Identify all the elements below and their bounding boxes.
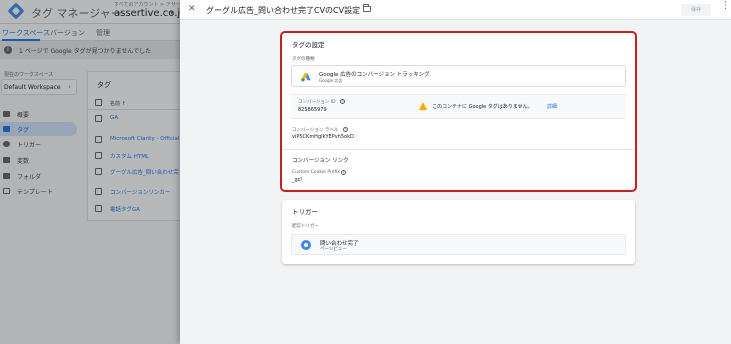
tag-type-name: Google 広告のコンバージョン トラッキング: [319, 72, 430, 78]
panel-header: ✕ グーグル広告_問い合わせ完了CVのCV設定 保存 ⋮: [180, 0, 731, 20]
triggering-card[interactable]: トリガー 配信トリガー 問い合わせ完了 ページビュー: [282, 200, 635, 264]
warning-icon: [419, 102, 427, 110]
help-icon[interactable]: ?: [340, 99, 345, 104]
folder-icon[interactable]: [363, 4, 371, 12]
save-button[interactable]: 保存: [681, 4, 711, 16]
learn-more-link[interactable]: 詳細: [547, 103, 557, 110]
conversion-id-value[interactable]: 825865979: [298, 107, 327, 113]
tag-config-title: タグの設定: [292, 41, 325, 49]
conversion-linker-title: コンバージョン リンク: [292, 158, 349, 164]
tag-type-label: タグの種類: [292, 57, 315, 62]
tag-name-title[interactable]: グーグル広告_問い合わせ完了CVのCV設定: [206, 5, 360, 16]
help-icon[interactable]: ?: [343, 127, 348, 132]
conversion-id-label: コンバージョン ID: [298, 100, 336, 105]
cookie-prefix-label: Custom Cookie Prefix: [292, 170, 341, 175]
conversion-label-value[interactable]: viP5CKmHgIkYEPvh5okD: [292, 134, 354, 140]
tag-type-subtitle: Google 広告: [319, 78, 343, 83]
tag-configuration-card[interactable]: タグの設定 タグの種類 Google 広告のコンバージョン トラッキング Goo…: [280, 31, 637, 192]
section-divider: [282, 149, 635, 150]
cookie-prefix-value[interactable]: _gcl: [292, 177, 302, 183]
pageview-trigger-icon: [301, 240, 311, 250]
firing-triggers-label: 配信トリガー: [292, 224, 319, 229]
help-icon[interactable]: ?: [341, 170, 346, 175]
conversion-id-section: コンバージョン ID ? 825865979 このコンテナに Google タグ…: [291, 94, 626, 119]
google-ads-icon: [301, 73, 311, 82]
warning-message: このコンテナに Google タグはありません。: [432, 104, 533, 110]
tag-type-selector[interactable]: Google 広告のコンバージョン トラッキング Google 広告: [291, 65, 626, 87]
close-icon[interactable]: ✕: [188, 4, 196, 14]
trigger-type: ページビュー: [320, 247, 347, 252]
triggering-title: トリガー: [292, 208, 318, 216]
more-vert-icon[interactable]: ⋮: [721, 2, 730, 11]
firing-trigger-item[interactable]: 問い合わせ完了 ページビュー: [291, 234, 626, 255]
tag-editor-panel: ✕ グーグル広告_問い合わせ完了CVのCV設定 保存 ⋮ タグの設定 タグの種類…: [180, 0, 731, 344]
conversion-label-label: コンバージョン ラベル: [292, 128, 339, 133]
modal-scrim[interactable]: [0, 0, 180, 344]
